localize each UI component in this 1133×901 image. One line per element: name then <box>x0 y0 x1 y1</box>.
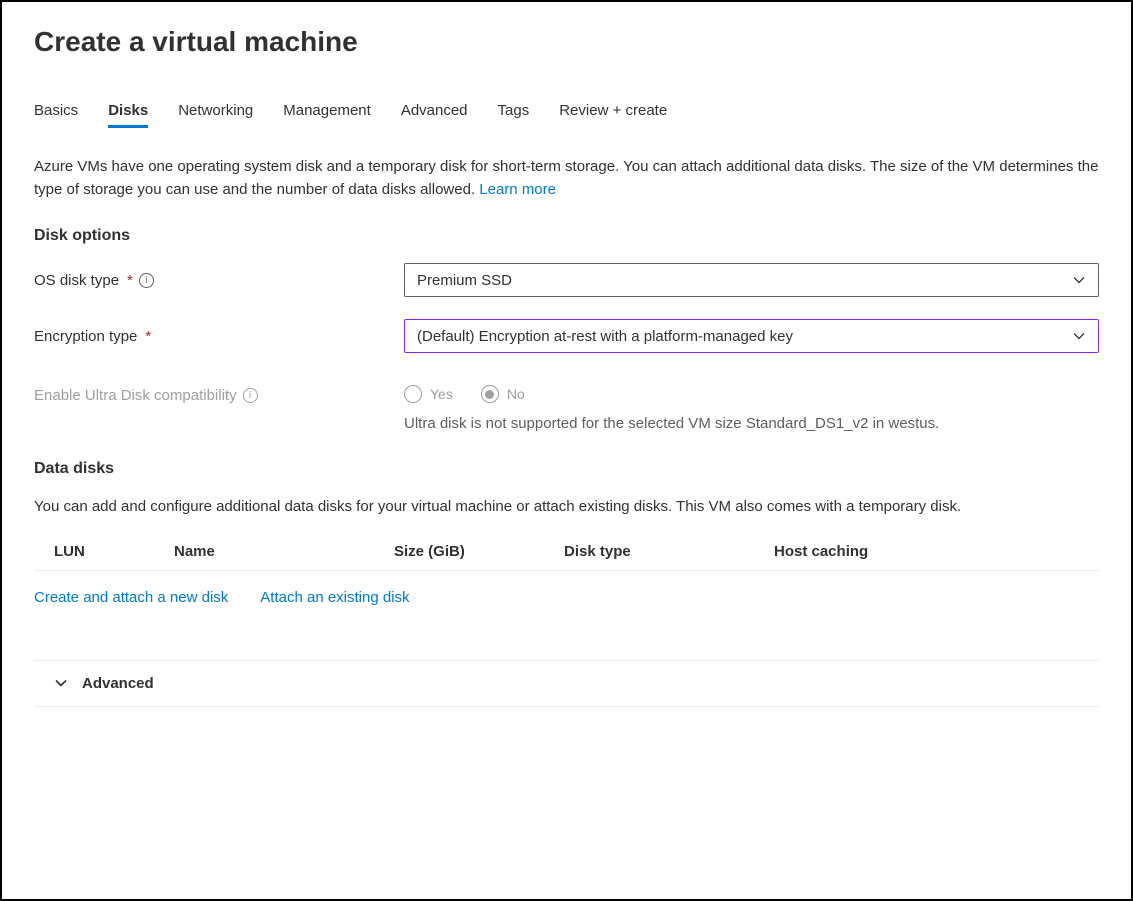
info-icon[interactable]: i <box>139 273 154 288</box>
column-size: Size (GiB) <box>394 543 564 560</box>
tab-tags[interactable]: Tags <box>498 102 530 128</box>
advanced-expander[interactable]: Advanced <box>34 660 1099 707</box>
disk-options-heading: Disk options <box>34 227 1099 245</box>
required-indicator: * <box>127 272 133 289</box>
chevron-down-icon <box>1072 273 1086 287</box>
intro-text: Azure VMs have one operating system disk… <box>34 156 1099 201</box>
tab-review-create[interactable]: Review + create <box>559 102 667 128</box>
os-disk-type-dropdown[interactable]: Premium SSD <box>404 263 1099 297</box>
info-icon[interactable]: i <box>243 388 258 403</box>
tab-disks[interactable]: Disks <box>108 102 148 128</box>
learn-more-link[interactable]: Learn more <box>479 181 556 198</box>
page-title: Create a virtual machine <box>34 26 1099 58</box>
data-disks-description: You can add and configure additional dat… <box>34 496 1099 519</box>
chevron-down-icon <box>54 676 68 690</box>
column-lun: LUN <box>54 543 174 560</box>
column-disk-type: Disk type <box>564 543 774 560</box>
tab-management[interactable]: Management <box>283 102 371 128</box>
ultra-disk-radio-group: Yes No <box>404 385 1099 403</box>
encryption-type-label: Encryption type <box>34 328 137 345</box>
ultra-disk-helper: Ultra disk is not supported for the sele… <box>404 415 1099 432</box>
data-disks-heading: Data disks <box>34 460 1099 478</box>
ultra-disk-yes-radio: Yes <box>404 385 453 403</box>
data-disks-table-header: LUN Name Size (GiB) Disk type Host cachi… <box>34 535 1099 571</box>
advanced-expander-label: Advanced <box>82 675 154 692</box>
column-name: Name <box>174 543 394 560</box>
intro-body: Azure VMs have one operating system disk… <box>34 158 1098 198</box>
tab-bar: Basics Disks Networking Management Advan… <box>34 102 1099 128</box>
create-disk-link[interactable]: Create and attach a new disk <box>34 589 228 606</box>
encryption-type-value: (Default) Encryption at-rest with a plat… <box>417 328 793 345</box>
ultra-disk-yes-label: Yes <box>430 386 453 402</box>
tab-advanced[interactable]: Advanced <box>401 102 468 128</box>
os-disk-type-label: OS disk type <box>34 272 119 289</box>
ultra-disk-label: Enable Ultra Disk compatibility <box>34 387 237 404</box>
tab-networking[interactable]: Networking <box>178 102 253 128</box>
column-host-caching: Host caching <box>774 543 1099 560</box>
required-indicator: * <box>145 328 151 345</box>
chevron-down-icon <box>1072 329 1086 343</box>
ultra-disk-no-radio: No <box>481 385 525 403</box>
os-disk-type-value: Premium SSD <box>417 272 512 289</box>
attach-disk-link[interactable]: Attach an existing disk <box>260 589 409 606</box>
ultra-disk-no-label: No <box>507 386 525 402</box>
tab-basics[interactable]: Basics <box>34 102 78 128</box>
encryption-type-dropdown[interactable]: (Default) Encryption at-rest with a plat… <box>404 319 1099 353</box>
